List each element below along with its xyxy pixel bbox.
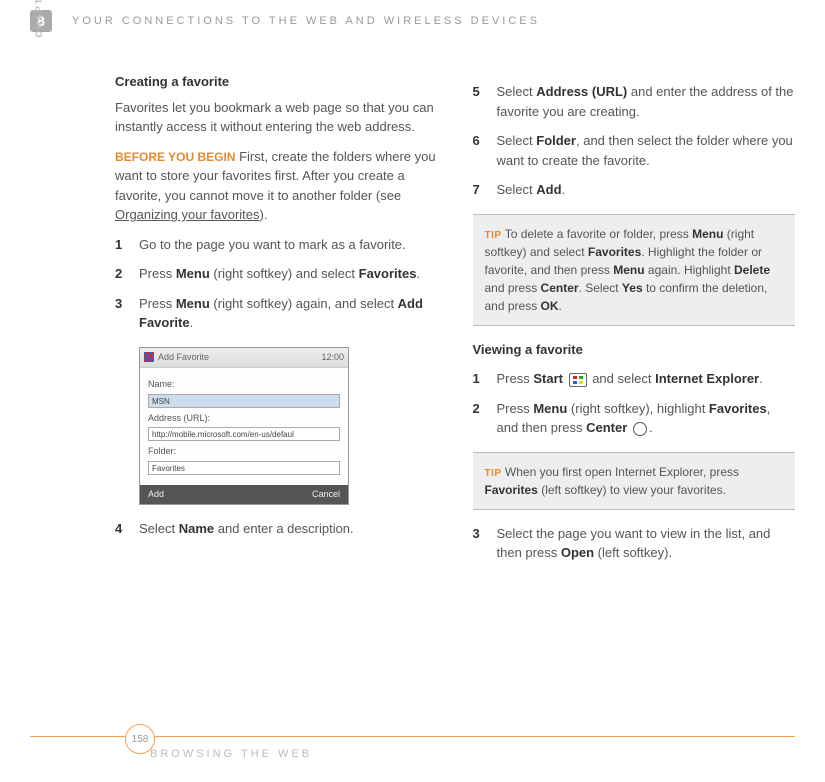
step-2: 2 Press Menu (right softkey) and select … bbox=[115, 264, 438, 284]
tip-first-open-ie: TIP When you first open Internet Explore… bbox=[473, 452, 796, 510]
step-4: 4 Select Name and enter a description. bbox=[115, 519, 438, 539]
creating-steps-list-right: 5 Select Address (URL) and enter the add… bbox=[473, 82, 796, 200]
screenshot-name-label: Name: bbox=[148, 378, 340, 392]
page-number-badge: 158 bbox=[125, 724, 155, 754]
footer-section-label: BROWSING THE WEB bbox=[150, 748, 312, 760]
organizing-favorites-link[interactable]: Organizing your favorites bbox=[115, 207, 260, 222]
page-footer: 158 BROWSING THE WEB bbox=[30, 736, 795, 764]
screenshot-name-field: MSN bbox=[148, 394, 340, 408]
screenshot-titlebar: Add Favorite 12:00 bbox=[140, 348, 348, 369]
viewing-steps-list-cont: 3 Select the page you want to view in th… bbox=[473, 524, 796, 563]
screenshot-clock: 12:00 bbox=[321, 351, 344, 365]
creating-steps-list: 1 Go to the page you want to mark as a f… bbox=[115, 235, 438, 333]
page-header: 8 YOUR CONNECTIONS TO THE WEB AND WIRELE… bbox=[0, 0, 825, 42]
center-button-icon bbox=[633, 422, 647, 436]
vstep-2: 2 Press Menu (right softkey), highlight … bbox=[473, 399, 796, 438]
screenshot-folder-label: Folder: bbox=[148, 445, 340, 459]
before-you-begin-paragraph: BEFORE YOU BEGIN First, create the folde… bbox=[115, 147, 438, 225]
tip-label: TIP bbox=[485, 468, 502, 479]
left-column: Creating a favorite Favorites let you bo… bbox=[115, 72, 438, 573]
start-flag-icon bbox=[144, 352, 154, 362]
content-area: Creating a favorite Favorites let you bo… bbox=[0, 42, 825, 573]
tip-label: TIP bbox=[485, 230, 502, 241]
screenshot-left-softkey: Add bbox=[148, 488, 164, 502]
screenshot-url-field: http://mobile.microsoft.com/en-us/defaul bbox=[148, 427, 340, 441]
screenshot-url-label: Address (URL): bbox=[148, 412, 340, 426]
creating-steps-list-cont: 4 Select Name and enter a description. bbox=[115, 519, 438, 539]
step-6: 6 Select Folder, and then select the fol… bbox=[473, 131, 796, 170]
chapter-side-label: CHAPTER bbox=[34, 0, 44, 60]
before-you-begin-label: BEFORE YOU BEGIN bbox=[115, 150, 235, 164]
section-title-creating: Creating a favorite bbox=[115, 72, 438, 92]
tip-delete-favorite: TIP To delete a favorite or folder, pres… bbox=[473, 214, 796, 326]
windows-start-icon bbox=[569, 373, 587, 387]
section-title-viewing: Viewing a favorite bbox=[473, 340, 796, 360]
header-title: YOUR CONNECTIONS TO THE WEB AND WIRELESS… bbox=[72, 15, 540, 27]
viewing-steps-list: 1 Press Start and select Internet Explor… bbox=[473, 369, 796, 438]
vstep-1: 1 Press Start and select Internet Explor… bbox=[473, 369, 796, 389]
screenshot-folder-field: Favorites bbox=[148, 461, 340, 475]
step-3: 3 Press Menu (right softkey) again, and … bbox=[115, 294, 438, 333]
step-5: 5 Select Address (URL) and enter the add… bbox=[473, 82, 796, 121]
step-1: 1 Go to the page you want to mark as a f… bbox=[115, 235, 438, 255]
screenshot-right-softkey: Cancel bbox=[312, 488, 340, 502]
step-7: 7 Select Add. bbox=[473, 180, 796, 200]
add-favorite-screenshot: Add Favorite 12:00 Name: MSN Address (UR… bbox=[139, 347, 349, 506]
vstep-3: 3 Select the page you want to view in th… bbox=[473, 524, 796, 563]
intro-paragraph: Favorites let you bookmark a web page so… bbox=[115, 98, 438, 137]
right-column: 5 Select Address (URL) and enter the add… bbox=[473, 72, 796, 573]
